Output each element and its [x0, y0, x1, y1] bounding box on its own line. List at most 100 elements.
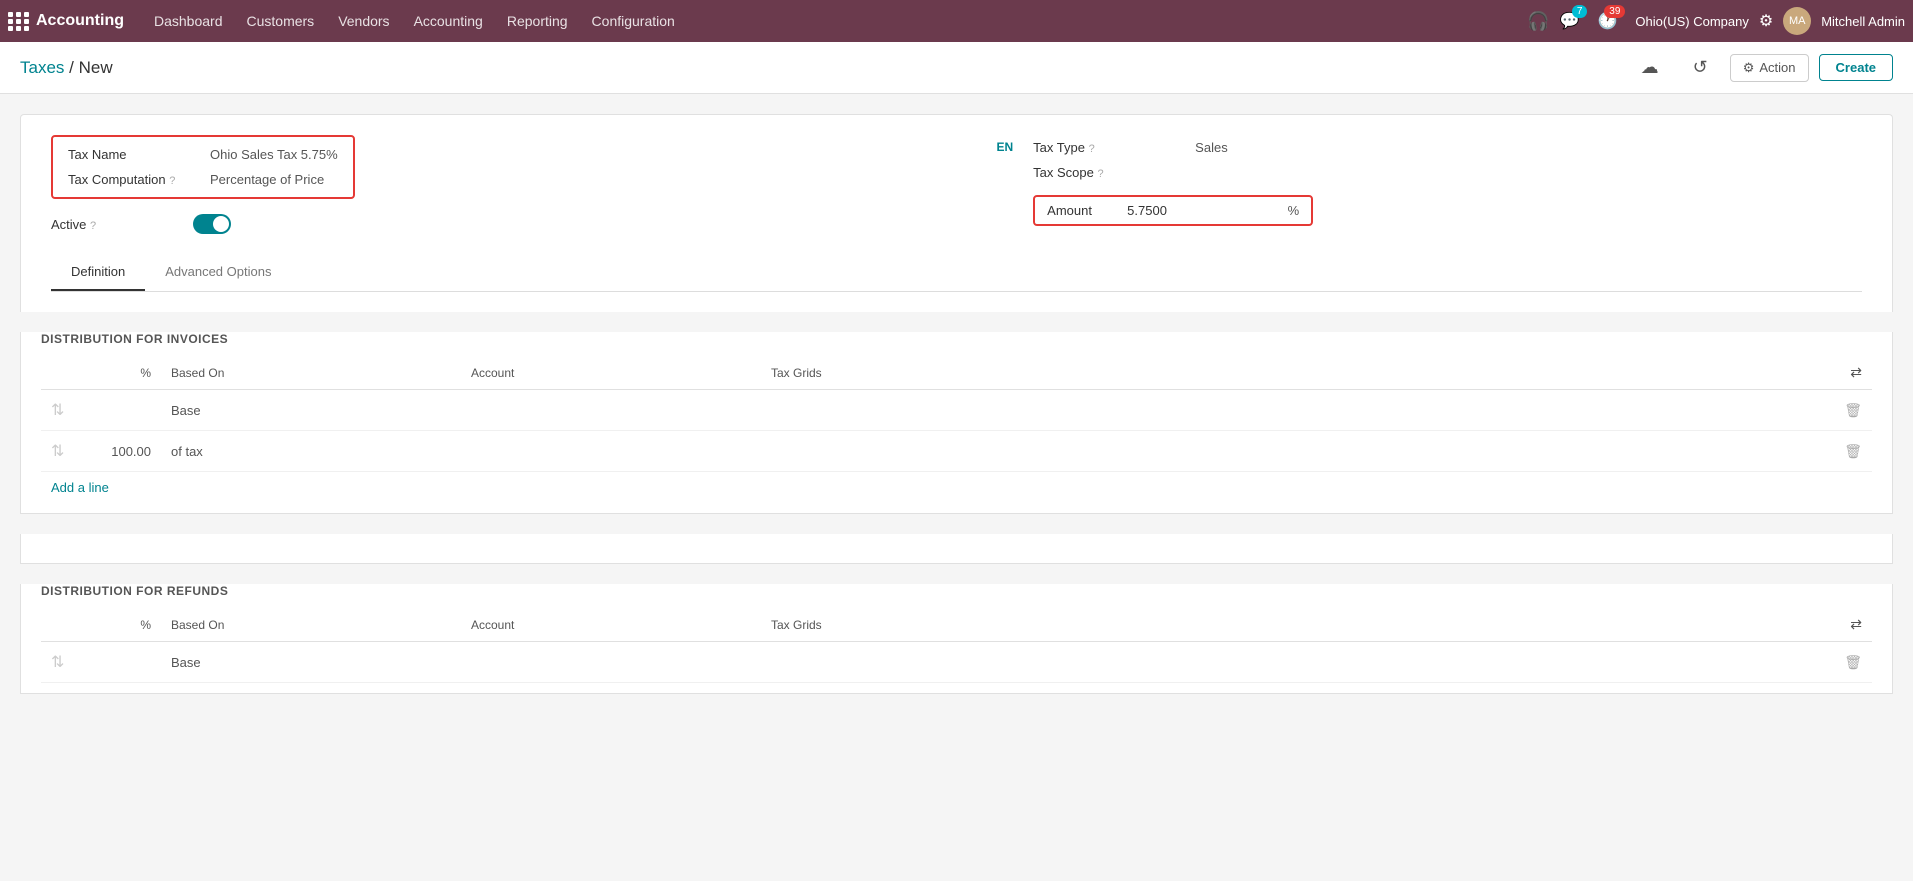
amount-label: Amount: [1047, 203, 1117, 218]
activities-icon-wrapper[interactable]: 🕐 39: [1597, 11, 1617, 31]
app-name: Accounting: [36, 12, 124, 30]
sort-icon: ⇄: [1850, 364, 1862, 380]
nav-dashboard[interactable]: Dashboard: [144, 7, 233, 35]
tax-scope-row: Tax Scope ?: [1033, 165, 1313, 180]
nav-reporting[interactable]: Reporting: [497, 7, 578, 35]
settings-icon[interactable]: ⚙: [1759, 11, 1773, 31]
percent-cell-2[interactable]: 100.00: [81, 431, 161, 472]
nav-vendors[interactable]: Vendors: [328, 7, 399, 35]
account-cell-r1[interactable]: [461, 642, 761, 683]
based-on-cell-r1[interactable]: Base: [161, 642, 461, 683]
tax-grids-cell-2[interactable]: [761, 431, 1822, 472]
drag-handle-cell[interactable]: ⇅: [41, 390, 81, 431]
refunds-table: % Based On Account Tax Grids ⇄: [41, 608, 1872, 683]
tab-definition[interactable]: Definition: [51, 254, 145, 291]
drag-handle-icon-r1: ⇅: [51, 654, 64, 671]
support-icon-wrapper[interactable]: 🎧: [1527, 11, 1549, 32]
account-cell-1[interactable]: [461, 390, 761, 431]
tax-computation-value[interactable]: Percentage of Price: [210, 172, 324, 187]
th-based-on: Based On: [161, 356, 461, 390]
nav-accounting[interactable]: Accounting: [404, 7, 493, 35]
tax-grids-cell-1[interactable]: [761, 390, 1822, 431]
th-drag-r: [41, 608, 81, 642]
company-name: Ohio(US) Company: [1635, 14, 1748, 29]
tax-scope-label: Tax Scope ?: [1033, 165, 1163, 180]
refunds-section-inner: DISTRIBUTION FOR REFUNDS % Based On Acco…: [21, 584, 1892, 693]
drag-handle-cell-2[interactable]: ⇅: [41, 431, 81, 472]
tax-computation-help[interactable]: ?: [169, 175, 175, 187]
delete-cell-1[interactable]: 🗑: [1822, 390, 1872, 431]
invoices-section-inner: DISTRIBUTION FOR INVOICES % Based On Acc…: [21, 332, 1892, 513]
delete-cell-2[interactable]: 🗑: [1822, 431, 1872, 472]
active-row: Active ?: [51, 214, 927, 234]
tax-name-label: Tax Name: [68, 147, 198, 162]
amount-value[interactable]: 5.7500: [1127, 203, 1277, 218]
percent-cell-r1: [81, 642, 161, 683]
breadcrumb-separator: /: [69, 58, 78, 77]
invoices-title: DISTRIBUTION FOR INVOICES: [41, 332, 1872, 346]
left-fields: Tax Name Ohio Sales Tax 5.75% Tax Comput…: [51, 135, 927, 234]
nav-customers[interactable]: Customers: [237, 7, 325, 35]
based-on-cell-2[interactable]: of tax: [161, 431, 461, 472]
right-field-group: Tax Type ? Sales Tax Scope ?: [1033, 140, 1313, 226]
save-button[interactable]: ☁: [1629, 52, 1671, 83]
th-sort[interactable]: ⇄: [1822, 356, 1872, 390]
user-name: Mitchell Admin: [1821, 14, 1905, 29]
avatar-initials: MA: [1789, 15, 1806, 27]
messages-icon-wrapper[interactable]: 💬 7: [1560, 11, 1580, 31]
app-brand[interactable]: Accounting: [8, 12, 124, 31]
tax-name-row: Tax Name Ohio Sales Tax 5.75%: [68, 147, 338, 162]
tax-type-value[interactable]: Sales: [1195, 140, 1228, 155]
subheader-actions: ☁ ↺ ⚙ Action Create: [1629, 52, 1893, 83]
delete-icon-2: 🗑: [1844, 443, 1862, 459]
breadcrumb: Taxes / New: [20, 58, 113, 78]
th-account: Account: [461, 356, 761, 390]
tax-type-label: Tax Type ?: [1033, 140, 1163, 155]
invoices-table: % Based On Account Tax Grids ⇄: [41, 356, 1872, 472]
add-line-invoices[interactable]: Add a line: [41, 472, 119, 503]
tabs: Definition Advanced Options: [51, 254, 1862, 292]
refunds-table-header: % Based On Account Tax Grids ⇄: [41, 608, 1872, 642]
tax-computation-row: Tax Computation ? Percentage of Price: [68, 172, 338, 187]
amount-unit: %: [1288, 203, 1300, 218]
th-sort-r[interactable]: ⇄: [1822, 608, 1872, 642]
lang-badge[interactable]: EN: [997, 140, 1014, 154]
breadcrumb-parent[interactable]: Taxes: [20, 58, 64, 77]
headset-icon: 🎧: [1527, 11, 1549, 32]
sort-icon-r: ⇄: [1850, 616, 1862, 632]
th-percent: %: [81, 356, 161, 390]
account-cell-2[interactable]: [461, 431, 761, 472]
delete-cell-r1[interactable]: 🗑: [1822, 642, 1872, 683]
active-toggle[interactable]: [193, 214, 231, 234]
create-label: Create: [1836, 60, 1876, 75]
action-button[interactable]: ⚙ Action: [1730, 54, 1809, 82]
tax-scope-help[interactable]: ?: [1098, 168, 1104, 180]
tax-name-value[interactable]: Ohio Sales Tax 5.75%: [210, 147, 338, 162]
th-percent-r: %: [81, 608, 161, 642]
active-help[interactable]: ?: [90, 220, 96, 232]
tax-type-help[interactable]: ?: [1089, 143, 1095, 155]
based-on-cell-1[interactable]: Base: [161, 390, 461, 431]
highlighted-fields-box: Tax Name Ohio Sales Tax 5.75% Tax Comput…: [51, 135, 355, 199]
spacer: [20, 534, 1893, 564]
create-button[interactable]: Create: [1819, 54, 1893, 81]
drag-handle-cell-r1[interactable]: ⇅: [41, 642, 81, 683]
discard-button[interactable]: ↺: [1681, 52, 1720, 83]
action-label: Action: [1759, 60, 1795, 75]
drag-handle-icon: ⇅: [51, 402, 64, 419]
table-row: ⇅ 100.00 of tax 🗑: [41, 431, 1872, 472]
tab-advanced-options[interactable]: Advanced Options: [145, 254, 291, 291]
top-navigation: Accounting Dashboard Customers Vendors A…: [0, 0, 1913, 42]
activities-badge: 39: [1604, 5, 1625, 18]
delete-icon-r1: 🗑: [1844, 654, 1862, 670]
avatar[interactable]: MA: [1783, 7, 1811, 35]
topbar-right: 🎧 💬 7 🕐 39 Ohio(US) Company ⚙ MA Mitchel…: [1527, 7, 1905, 35]
active-label: Active ?: [51, 217, 181, 232]
th-tax-grids-r: Tax Grids: [761, 608, 1822, 642]
percent-cell-1: [81, 390, 161, 431]
tax-type-row: Tax Type ? Sales: [1033, 140, 1313, 155]
th-based-on-r: Based On: [161, 608, 461, 642]
form-card: Tax Name Ohio Sales Tax 5.75% Tax Comput…: [20, 114, 1893, 312]
nav-configuration[interactable]: Configuration: [582, 7, 685, 35]
tax-grids-cell-r1[interactable]: [761, 642, 1822, 683]
